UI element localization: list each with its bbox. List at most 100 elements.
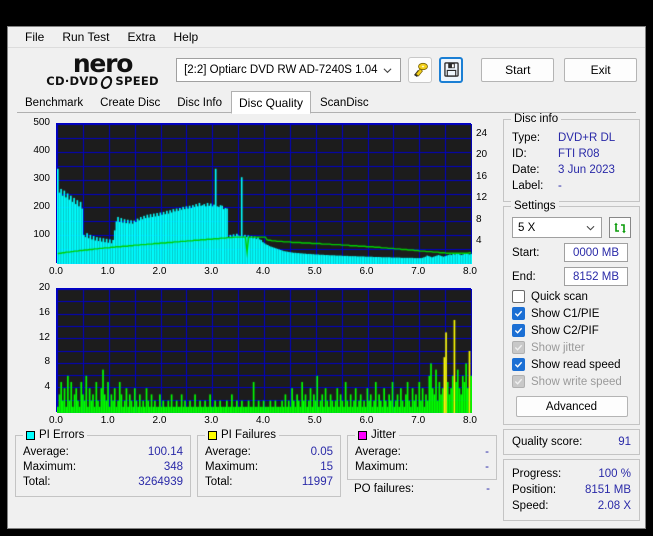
refresh-button[interactable] <box>609 217 631 238</box>
start-button[interactable]: Start <box>481 57 555 82</box>
axis-tick-label: 6.0 <box>359 415 374 426</box>
show-c1-pie-label: Show C1/PIE <box>531 307 600 320</box>
pif-chart-canvas <box>57 289 472 413</box>
checkbox-quick-scan[interactable]: Quick scan <box>512 290 631 303</box>
disc-type-label: Type: <box>512 132 541 144</box>
pi-failures-average-value: 0.05 <box>310 446 333 458</box>
logo-nero-text: nero <box>72 48 134 78</box>
disc-label-value: - <box>558 180 562 192</box>
pie-chart-canvas <box>57 124 472 264</box>
chevron-down-icon <box>586 225 595 231</box>
pi-failures-maximum-row: Maximum: 15 <box>205 460 333 475</box>
check-icon <box>514 378 523 385</box>
logo-subtitle-right: SPEED <box>115 74 159 89</box>
axis-tick-label: 3.0 <box>204 266 219 277</box>
position-value: 8151 MB <box>584 484 631 496</box>
pi-errors-total-row: Total: 3264939 <box>23 475 183 490</box>
end-field-label: End: <box>512 270 536 283</box>
quick-scan-label: Quick scan <box>531 290 588 303</box>
pi-failures-maximum-value: 15 <box>320 461 333 473</box>
axis-tick-label: 5.0 <box>307 266 322 277</box>
axis-tick-label: 8 <box>44 356 50 368</box>
quick-scan-checkbox[interactable] <box>512 290 525 303</box>
tab-benchmark[interactable]: Benchmark <box>17 93 91 113</box>
progress-group: Progress: 100 % Position: 8151 MB Speed:… <box>503 459 640 521</box>
speed-label: Speed: <box>512 500 549 512</box>
menu-item-file[interactable]: File <box>16 28 53 46</box>
disc-info-group: Disc info Type: DVD+R DL ID: FTI R08 Dat… <box>503 113 640 202</box>
pi-errors-total-label: Total: <box>23 476 51 488</box>
axis-tick-label: 12 <box>38 331 50 343</box>
pi-failures-total-row: Total: 11997 <box>205 475 333 490</box>
axis-tick-label: 5.0 <box>307 415 322 426</box>
quality-score-row: Quality score: 91 <box>512 436 631 448</box>
pi-failures-total-label: Total: <box>205 476 233 488</box>
pi-failures-average-label: Average: <box>205 446 251 458</box>
tab-disc-quality[interactable]: Disc Quality <box>231 91 312 114</box>
po-failures-row: PO failures: - <box>347 482 497 497</box>
refresh-icon <box>614 222 626 233</box>
axis-tick-label: 12 <box>476 192 488 204</box>
disc-id-row: ID: FTI R08 <box>512 146 631 162</box>
content-area: 100 200 300 400 500 4 8 12 16 20 24 0.0 1.0 2.0 3.0 4… <box>8 113 645 528</box>
drive-select[interactable]: [2:2] Optiarc DVD RW AD-7240S 1.04 <box>176 57 402 82</box>
show-read-speed-checkbox[interactable] <box>512 358 525 371</box>
logo-subtitle: CD·DVD SPEED <box>29 74 176 89</box>
axis-tick-label: 20 <box>38 282 50 293</box>
speed-row: Speed: 2.08 X <box>512 498 631 514</box>
end-field-row: End: 8152 MB <box>512 267 631 286</box>
speed-select-value: 5 X <box>518 221 536 234</box>
pie-plot-area <box>56 123 472 264</box>
show-c2-pif-label: Show C2/PIF <box>531 324 599 337</box>
axis-tick-label: 100 <box>33 229 50 240</box>
quality-score-group: Quality score: 91 <box>503 429 640 455</box>
jitter-maximum-row: Maximum: - <box>355 460 489 475</box>
tab-disc-info[interactable]: Disc Info <box>169 93 230 113</box>
jitter-stats-column: Jitter Average: - Maximum: - PO failures… <box>347 429 497 497</box>
tab-create-disc[interactable]: Create Disc <box>92 93 168 113</box>
axis-tick-label: 1.0 <box>100 266 115 277</box>
axis-tick-label: 4 <box>476 235 482 247</box>
settings-group: Settings 5 X Start: 0000 MB End: 8152 MB… <box>503 200 640 425</box>
check-icon <box>514 361 523 368</box>
pi-errors-total-value: 3264939 <box>138 476 183 488</box>
disc-hand-button[interactable] <box>408 56 433 83</box>
tab-scandisc[interactable]: ScanDisc <box>312 93 377 113</box>
show-jitter-label: Show jitter <box>531 341 585 354</box>
pi-errors-color-swatch <box>26 430 35 440</box>
menu-item-run-test[interactable]: Run Test <box>53 28 118 46</box>
checkbox-show-c2-pif[interactable]: Show C2/PIF <box>512 324 631 337</box>
menu-item-extra[interactable]: Extra <box>118 28 164 46</box>
checkbox-show-read-speed[interactable]: Show read speed <box>512 358 631 371</box>
menu-item-help[interactable]: Help <box>165 28 208 46</box>
advanced-button[interactable]: Advanced <box>515 396 628 417</box>
axis-tick-label: 2.0 <box>152 266 167 277</box>
checkbox-show-c1-pie[interactable]: Show C1/PIE <box>512 307 631 320</box>
axis-tick-label: 16 <box>38 306 50 318</box>
show-c2-pif-checkbox[interactable] <box>512 324 525 337</box>
statistics-row: PI Errors Average: 100.14 Maximum: 348 T… <box>15 429 497 497</box>
axis-tick-label: 1.0 <box>100 415 115 426</box>
save-button[interactable] <box>439 56 464 83</box>
exit-button[interactable]: Exit <box>564 57 637 82</box>
show-c1-pie-checkbox[interactable] <box>512 307 525 320</box>
speed-select[interactable]: 5 X <box>512 217 602 238</box>
end-input[interactable]: 8152 MB <box>564 267 628 286</box>
jitter-maximum-value: - <box>485 461 489 473</box>
jitter-legend: Jitter <box>355 429 399 441</box>
axis-tick-label: 8.0 <box>463 415 477 426</box>
check-icon <box>514 327 523 334</box>
axis-tick-label: 7.0 <box>411 266 426 277</box>
axis-tick-label: 0.0 <box>49 415 63 426</box>
jitter-average-value: - <box>485 446 489 458</box>
start-input[interactable]: 0000 MB <box>564 243 628 262</box>
disc-type-row: Type: DVD+R DL <box>512 130 631 146</box>
progress-row: Progress: 100 % <box>512 466 631 482</box>
disc-date-value: 3 Jun 2023 <box>558 164 615 176</box>
axis-tick-label: 4.0 <box>256 266 270 277</box>
nero-logo: nero CD·DVD SPEED <box>29 51 176 89</box>
chevron-down-icon <box>383 67 392 73</box>
drive-select-value: [2:2] Optiarc DVD RW AD-7240S 1.04 <box>184 63 378 76</box>
show-write-speed-checkbox <box>512 375 525 388</box>
axis-tick-label: 24 <box>476 127 488 139</box>
